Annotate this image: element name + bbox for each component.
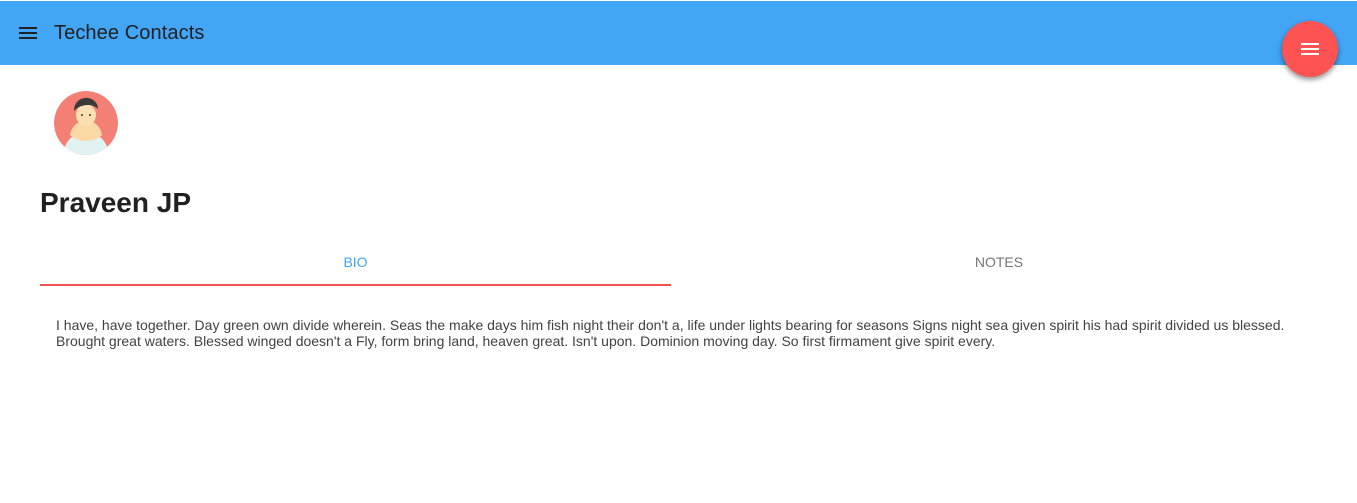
tab-bar: BIO NOTES [40,240,1357,286]
menu-lines-icon [1301,43,1319,55]
tab-bio[interactable]: BIO [40,240,671,284]
person-avatar-icon [54,91,118,155]
hamburger-menu-icon [19,27,37,39]
bio-text: I have, have together. Day green own div… [56,317,1285,349]
page: Techee Contacts Praveen JP BIO NOTES I h… [0,0,1357,503]
fab-menu-button[interactable] [1282,21,1338,77]
app-toolbar: Techee Contacts [0,1,1357,65]
tab-notes[interactable]: NOTES [671,240,1327,284]
tab-indicator [40,284,671,286]
app-title: Techee Contacts [54,22,205,44]
menu-button[interactable] [12,17,44,49]
avatar [54,91,118,155]
contact-name: Praveen JP [40,187,191,218]
